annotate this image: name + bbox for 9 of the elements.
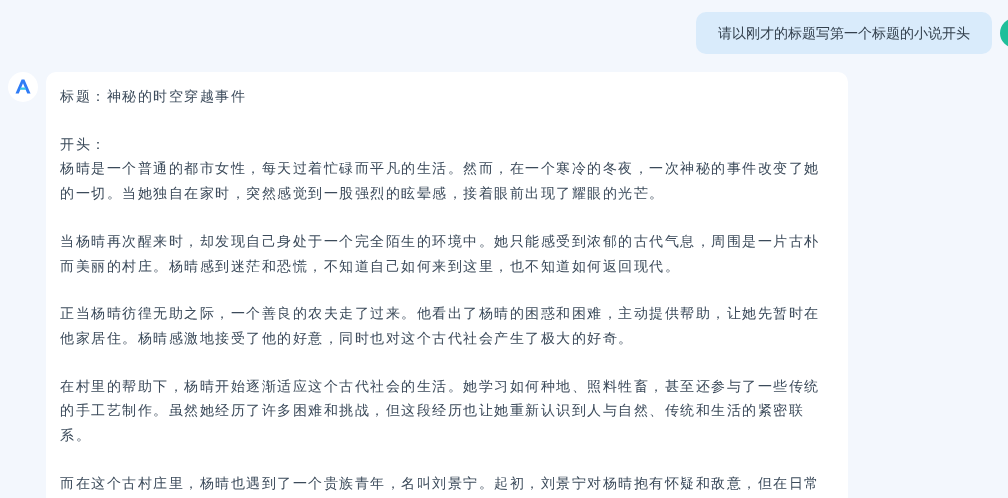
message-paragraph: 正当杨晴彷徨无助之际，一个善良的农夫走了过来。他看出了杨晴的困惑和困难，主动提供帮助，让她先暂时在他家居住。杨晴感激地接受了他的好意，同时也对这个古代社会产生了极大的好奇。 <box>60 304 821 348</box>
message-paragraph: 在村里的帮助下，杨晴开始逐渐适应这个古代社会的生活。她学习如何种地、照料牲畜，甚至还参与了一些传统的手工艺制作。虽然她经历了许多困难和挑战，但这段经历也让她重新认识到人与自然、传统和生活的紧密联系。 <box>60 376 821 446</box>
message-paragraph: 杨晴是一个普通的都市女性，每天过着忙碌而平凡的生活。然而，在一个寒冷的冬夜，一次神秘的事件改变了她的一切。当她独自在家时，突然感觉到一股强烈的眩晕感，接着眼前出现了耀眼的光芒。 <box>60 159 821 204</box>
assistant-logo-icon <box>8 72 38 102</box>
message-paragraph: 当杨晴再次醒来时，却发现自己身处于一个完全陌生的环境中。她只能感受到浓郁的古代气息，周围是一片古朴而美丽的村庄。杨晴感到迷茫和恐慌，不知道自己如何来到这里，也不知道如何返回现代。 <box>60 231 821 276</box>
message-paragraph: 开头： <box>60 134 108 154</box>
message-paragraph: 而在这个古村庄里，杨晴也遇到了一个贵族青年，名叫刘景宁。起初，刘景宁对杨晴抱有怀疑和敌意，但在日常 <box>60 473 821 493</box>
user-message: 请以刚才的标题写第一个标题的小说开头 <box>696 12 992 54</box>
message-paragraph: 标题：神秘的时空穿越事件 <box>60 87 247 106</box>
